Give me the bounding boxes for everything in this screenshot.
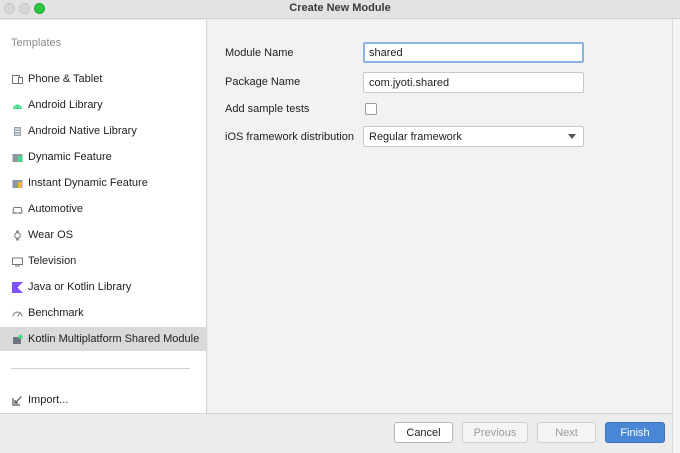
- templates-sidebar: Templates Phone & Tablet Android Library…: [0, 20, 207, 413]
- watch-icon: [12, 230, 23, 241]
- package-name-input[interactable]: [363, 72, 584, 93]
- module-name-input[interactable]: [363, 42, 584, 63]
- sidebar-divider: [11, 368, 190, 369]
- template-wear-os[interactable]: Wear OS: [0, 223, 207, 247]
- package-name-label: Package Name: [225, 76, 301, 88]
- previous-button[interactable]: Previous: [462, 422, 528, 443]
- add-sample-tests-label: Add sample tests: [225, 103, 310, 115]
- chevron-down-icon: [568, 134, 576, 139]
- template-kotlin-multiplatform-shared-module[interactable]: Kotlin Multiplatform Shared Module: [0, 327, 207, 351]
- android-icon: [12, 100, 23, 111]
- template-java-kotlin-library[interactable]: Java or Kotlin Library: [0, 275, 207, 299]
- template-dynamic-feature[interactable]: Dynamic Feature: [0, 145, 207, 169]
- import-module-item[interactable]: Import...: [0, 388, 207, 412]
- templates-header: Templates: [11, 37, 62, 49]
- cancel-button[interactable]: Cancel: [394, 422, 453, 443]
- import-icon: [12, 395, 23, 406]
- module-config-form: Module Name Package Name Add sample test…: [208, 20, 672, 413]
- ios-framework-distribution-select[interactable]: Regular framework: [363, 126, 584, 147]
- window-title: Create New Module: [289, 2, 391, 14]
- gauge-icon: [12, 308, 23, 319]
- next-button[interactable]: Next: [537, 422, 596, 443]
- kotlin-icon: [12, 281, 23, 293]
- template-television[interactable]: Television: [0, 249, 207, 273]
- instant-dynamic-feature-icon: [12, 178, 23, 189]
- dialog-button-bar: Cancel Previous Next Finish: [0, 413, 672, 453]
- native-library-icon: [12, 126, 23, 137]
- template-automotive[interactable]: Automotive: [0, 197, 207, 221]
- window-edge: [672, 19, 680, 453]
- car-icon: [12, 204, 23, 215]
- phone-tablet-icon: [12, 74, 23, 85]
- add-sample-tests-checkbox[interactable]: [365, 103, 377, 115]
- template-phone-tablet[interactable]: Phone & Tablet: [0, 67, 207, 91]
- template-android-native-library[interactable]: Android Native Library: [0, 119, 207, 143]
- ios-framework-distribution-value: Regular framework: [369, 130, 462, 143]
- multiplatform-icon: [12, 334, 23, 345]
- template-benchmark[interactable]: Benchmark: [0, 301, 207, 325]
- tv-icon: [12, 256, 23, 267]
- module-name-label: Module Name: [225, 47, 294, 59]
- dynamic-feature-icon: [12, 152, 23, 163]
- template-android-library[interactable]: Android Library: [0, 93, 207, 117]
- finish-button[interactable]: Finish: [605, 422, 665, 443]
- title-bar: Create New Module: [0, 0, 680, 19]
- template-instant-dynamic-feature[interactable]: Instant Dynamic Feature: [0, 171, 207, 195]
- ios-framework-distribution-label: iOS framework distribution: [225, 131, 354, 143]
